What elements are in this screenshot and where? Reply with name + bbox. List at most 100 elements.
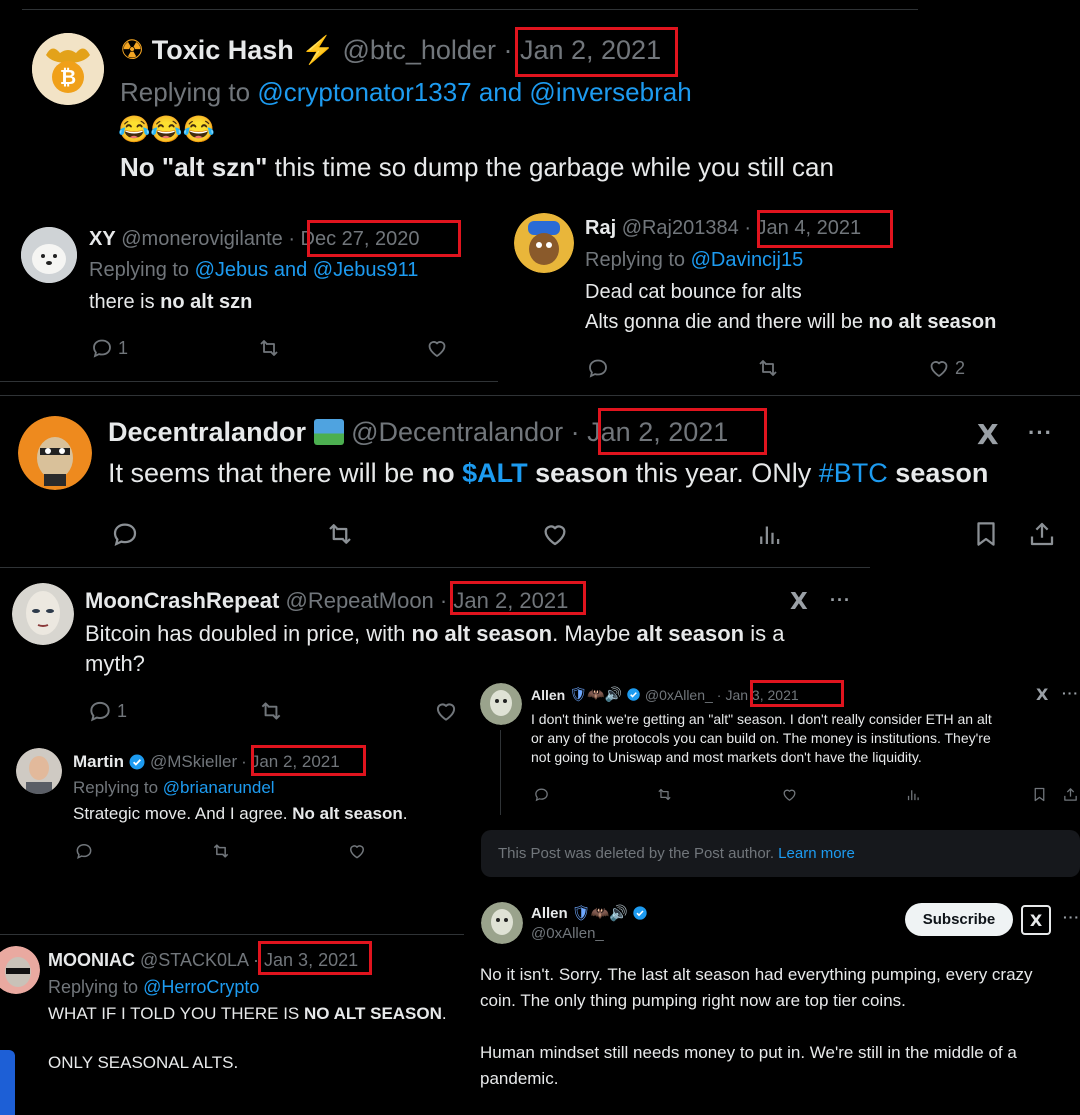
author-handle[interactable]: @0xAllen_	[645, 687, 713, 703]
author-name[interactable]: Allen	[531, 687, 565, 703]
post-text-line-1: Bitcoin has doubled in price, with no al…	[85, 621, 784, 647]
views-action[interactable]	[905, 786, 922, 803]
more-options-icon[interactable]: ···	[1028, 420, 1053, 446]
toxic-hash-avatar[interactable]: ₿	[32, 33, 104, 105]
author-handle[interactable]: @STACK0LA	[140, 950, 248, 970]
share-action[interactable]	[1027, 519, 1057, 549]
mooniac-avatar[interactable]	[0, 946, 40, 994]
subscribe-button[interactable]: Subscribe	[905, 903, 1013, 936]
author-name[interactable]: MOONIAC	[48, 950, 135, 970]
author-handle[interactable]: @Raj201384	[622, 217, 739, 239]
author-handle[interactable]: @monerovigilante	[121, 228, 283, 250]
replying-line: Replying to @brianarundel	[73, 778, 275, 798]
post-text-line-2: ONLY SEASONAL ALTS.	[48, 1053, 239, 1072]
verified-badge-icon	[128, 753, 146, 771]
post-text-bold: no	[421, 458, 463, 488]
raj-avatar[interactable]	[514, 213, 574, 273]
reply-action[interactable]	[586, 356, 610, 380]
like-action[interactable]	[433, 698, 459, 724]
reply-icon	[110, 519, 140, 549]
allen-header: Allen 🛡🦇🔊	[531, 904, 648, 922]
share-action[interactable]	[1062, 786, 1079, 803]
author-handle[interactable]: @RepeatMoon	[285, 588, 433, 613]
author-name[interactable]: XY	[89, 228, 116, 250]
author-name[interactable]: Decentralandor	[108, 417, 306, 447]
bookmark-action[interactable]	[971, 519, 1001, 549]
replying-line: Replying to @Davincij15	[585, 249, 803, 272]
cashtag-link[interactable]: $ALT	[462, 458, 528, 488]
author-handle[interactable]: @btc_holder	[342, 35, 496, 65]
post-text-plain: is a	[744, 621, 785, 646]
post-text: there is no alt szn	[89, 291, 252, 314]
divider	[0, 381, 498, 382]
more-options-icon[interactable]: ···	[830, 590, 851, 611]
author-name[interactable]: Allen	[531, 905, 568, 922]
allen-avatar[interactable]	[481, 902, 523, 944]
xy-avatar[interactable]	[21, 227, 77, 283]
replying-to-link[interactable]: @HerroCrypto	[143, 977, 259, 997]
retweet-action[interactable]	[656, 786, 673, 803]
reply-action[interactable]	[533, 786, 550, 803]
verified-badge-icon	[626, 687, 641, 702]
like-action[interactable]	[540, 519, 570, 549]
more-options-icon[interactable]: ···	[1062, 685, 1079, 701]
retweet-action[interactable]	[258, 698, 284, 724]
retweet-action[interactable]	[325, 519, 355, 549]
replying-to-link[interactable]: @Jebus and @Jebus911	[195, 259, 419, 281]
like-action[interactable]	[347, 841, 367, 861]
reply-action[interactable]: 1	[90, 336, 128, 360]
like-action[interactable]	[781, 786, 798, 803]
replying-to-link[interactable]: @cryptonator1337 and @inversebrah	[257, 77, 691, 107]
bookmark-action[interactable]	[1031, 786, 1048, 803]
like-action[interactable]	[425, 336, 449, 360]
reply-action[interactable]	[74, 841, 94, 861]
decentralandor-avatar[interactable]	[18, 416, 92, 490]
like-icon	[540, 519, 570, 549]
views-action[interactable]	[755, 519, 785, 549]
x-logo-icon[interactable]: X	[790, 589, 808, 615]
allen-avatar[interactable]	[480, 683, 522, 725]
mooncrashrepeat-avatar[interactable]	[12, 583, 74, 645]
post-text: No "alt szn" this time so dump the garba…	[120, 152, 834, 183]
author-handle[interactable]: @0xAllen_	[531, 925, 604, 942]
post-text-line-4: pandemic.	[480, 1069, 559, 1088]
reply-action[interactable]: 1	[87, 698, 127, 724]
post-text-bold: No alt season	[292, 804, 403, 823]
author-name[interactable]: Martin	[73, 752, 124, 772]
separator: ·	[288, 228, 295, 250]
learn-more-link[interactable]: Learn more	[778, 845, 855, 862]
post-text-plain: WHAT IF I TOLD YOU THERE IS	[48, 1004, 304, 1023]
like-action[interactable]: 2	[927, 356, 965, 380]
more-options-icon[interactable]: ···	[1063, 909, 1080, 925]
replying-to-link[interactable]: @Davincij15	[691, 249, 804, 271]
retweet-icon	[325, 519, 355, 549]
date-highlight-box	[251, 745, 366, 776]
x-logo-icon[interactable]: X	[977, 418, 999, 451]
date-highlight-box	[258, 941, 372, 975]
x-logo-icon[interactable]: X	[1036, 685, 1048, 704]
retweet-icon	[756, 356, 780, 380]
replying-prefix: Replying to	[120, 77, 251, 107]
separator: ·	[570, 417, 580, 447]
replying-to-link[interactable]: @brianarundel	[163, 778, 275, 797]
author-handle[interactable]: @Decentralandor	[351, 417, 563, 447]
retweet-action[interactable]	[211, 841, 231, 861]
reply-action[interactable]	[110, 519, 140, 549]
retweet-action[interactable]	[257, 336, 281, 360]
author-handle[interactable]: @MSkieller	[150, 752, 237, 772]
author-name[interactable]: MoonCrashRepeat	[85, 588, 279, 613]
post-text-line-2: coin. The only thing pumping right now a…	[480, 991, 906, 1010]
replying-prefix: Replying to	[73, 778, 159, 797]
grok-icon[interactable]: X	[1021, 905, 1051, 935]
retweet-action[interactable]	[756, 356, 780, 380]
author-name[interactable]: Raj	[585, 217, 616, 239]
reply-icon	[586, 356, 610, 380]
martin-avatar[interactable]	[16, 748, 62, 794]
author-name[interactable]: Toxic Hash	[152, 35, 294, 65]
hashtag-link[interactable]: #BTC	[819, 458, 888, 488]
views-icon	[905, 786, 922, 803]
post-text-line-1: No it isn't. Sorry. The last alt season …	[480, 965, 1033, 984]
post-text-bold: No "alt szn"	[120, 152, 268, 182]
like-icon	[927, 356, 951, 380]
post-text-bold: no alt szn	[160, 291, 253, 313]
